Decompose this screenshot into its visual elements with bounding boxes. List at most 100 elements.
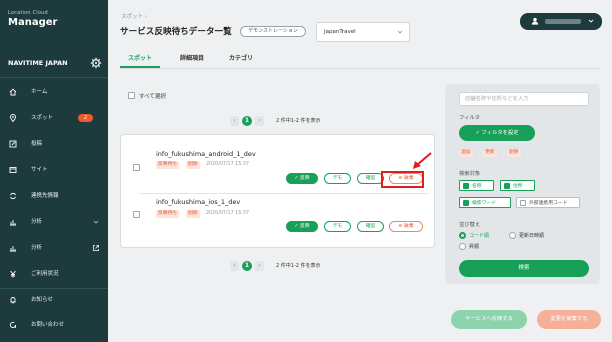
environment-value: JapanTravel	[324, 29, 356, 35]
radio-label: 昇順	[469, 244, 480, 250]
set-filter-button[interactable]: ✓ フィルタを設定	[459, 125, 535, 141]
target-external-code-checkbox[interactable]: 外部連携用コード	[516, 197, 580, 208]
checkbox-label: 名称	[472, 184, 482, 189]
yen-icon	[10, 270, 16, 278]
target-address-checkbox[interactable]: 住所	[500, 180, 535, 191]
sidebar-item-label: ホーム	[31, 89, 48, 95]
external-link-icon	[93, 245, 99, 251]
checkbox-box	[463, 200, 469, 206]
tab-detail-items[interactable]: 詳細項目	[180, 53, 204, 62]
gear-icon[interactable]	[90, 56, 102, 70]
tab-category[interactable]: カテゴリ	[229, 53, 253, 62]
sidebar-item-news[interactable]: お知らせ	[0, 291, 108, 309]
sidebar-item-label: 投稿	[31, 141, 43, 147]
updated-date: 2020/07/17 15:37	[206, 211, 249, 216]
confirm-button[interactable]: 確認	[357, 221, 384, 232]
sidebar-item-analytics-external[interactable]: 分析	[0, 239, 108, 257]
checkbox-box	[504, 183, 510, 189]
sidebar-divider	[0, 288, 108, 289]
page-1-button[interactable]: 1	[242, 261, 252, 271]
sidebar-item-label: お問い合わせ	[31, 322, 65, 328]
sidebar-item-home[interactable]: ホーム	[0, 83, 108, 101]
annotation-arrow-icon	[413, 152, 432, 169]
radio-label: コード順	[469, 233, 490, 239]
checkbox-label: 住所	[513, 184, 523, 189]
app-logo[interactable]: Location Cloud Manager	[8, 10, 57, 29]
sidebar-item-site[interactable]: サイト	[0, 161, 108, 179]
search-button[interactable]: 検索	[459, 260, 589, 277]
discard-button[interactable]: ⊘ 破棄	[389, 221, 423, 232]
discard-changes-button[interactable]: 変更を破棄する	[537, 310, 601, 329]
select-all-checkbox[interactable]	[128, 92, 135, 99]
target-keyword-checkbox[interactable]: 検索ワード	[459, 197, 511, 208]
checkbox-box	[463, 183, 469, 189]
checkbox-label: 検索ワード	[472, 201, 496, 206]
account-switcher[interactable]: NAVITIME JAPAN	[8, 56, 102, 70]
tab-spot[interactable]: スポット	[128, 53, 152, 62]
chevron-down-icon	[397, 30, 403, 34]
pagination-info: 2 件中1-2 件を表示	[276, 263, 321, 269]
user-menu-button[interactable]	[520, 13, 602, 30]
filter-chip-deleted[interactable]: 削除	[507, 149, 521, 157]
filter-chip-updated[interactable]: 更新	[483, 149, 497, 157]
reflect-button[interactable]: ✓ 反映	[286, 173, 318, 184]
user-icon	[531, 17, 539, 25]
sort-ascending-radio[interactable]: 昇順	[459, 243, 479, 251]
demo-button[interactable]: デモ	[324, 173, 351, 184]
page-title: サービス反映待ちデータ一覧	[120, 27, 232, 37]
environment-select[interactable]: JapanTravel	[316, 22, 410, 42]
prev-page-button[interactable]: ‹	[230, 116, 239, 126]
sidebar-item-spot[interactable]: スポット 2	[0, 109, 108, 127]
sidebar-item-analytics[interactable]: 分析	[0, 213, 108, 231]
radio-dot	[509, 232, 516, 239]
sidebar-item-label: 分析	[31, 219, 43, 225]
search-input[interactable]: 店舗名称や住所などを入力	[459, 92, 589, 106]
sidebar-item-integrations[interactable]: 連携先情報	[0, 187, 108, 205]
prev-page-button[interactable]: ‹	[230, 261, 239, 271]
sort-code-radio[interactable]: コード順	[459, 232, 489, 240]
sidebar-item-posts[interactable]: 投稿	[0, 135, 108, 153]
row-checkbox[interactable]	[133, 164, 140, 171]
sidebar-item-label: ご利用状況	[31, 271, 59, 277]
sync-icon	[10, 192, 16, 200]
filter-panel: 店舗名称や住所などを入力 フィルタ ✓ フィルタを設定 追加 更新 削除 検索対…	[445, 84, 600, 284]
chat-icon	[9, 321, 16, 328]
chart-icon	[10, 220, 16, 226]
spot-name[interactable]: info_fukushima_android_1_dev	[156, 150, 256, 158]
search-target-label: 検索対象	[459, 171, 481, 177]
sort-updated-radio[interactable]: 更新日時順	[509, 232, 544, 240]
breadcrumb[interactable]: スポット ›	[121, 12, 147, 20]
sidebar-item-label: スポット	[31, 115, 54, 121]
radio-dot	[459, 243, 466, 250]
confirm-button[interactable]: 確認	[357, 173, 384, 184]
sidebar-item-label: 連携先情報	[31, 193, 59, 199]
demo-button[interactable]: デモ	[324, 221, 351, 232]
spot-name[interactable]: info_fukushima_ios_1_dev	[156, 198, 240, 206]
checkbox-box	[520, 200, 526, 206]
target-name-checkbox[interactable]: 名称	[459, 180, 494, 191]
logo-title: Manager	[8, 17, 58, 28]
row-checkbox[interactable]	[133, 211, 140, 218]
filter-chip-added[interactable]: 追加	[459, 149, 473, 157]
sidebar-item-label: 分析	[31, 245, 43, 251]
home-icon	[9, 88, 17, 96]
radio-dot	[459, 232, 466, 239]
bell-icon	[10, 297, 16, 304]
checkbox-label: 外部連携用コード	[529, 201, 568, 206]
chart-icon	[10, 246, 16, 252]
sidebar-item-usage[interactable]: ご利用状況	[0, 265, 108, 283]
demo-badge: デモンストレーション	[240, 26, 306, 37]
sidebar: Location Cloud Manager NAVITIME JAPAN ホー…	[0, 0, 108, 342]
sidebar-item-contact[interactable]: お問い合わせ	[0, 316, 108, 334]
logo-subtitle: Location Cloud	[8, 10, 48, 16]
spot-list: info_fukushima_android_1_dev 反映待ち 削除 202…	[120, 134, 435, 248]
next-page-button[interactable]: ›	[255, 116, 264, 126]
tab-divider	[120, 68, 600, 69]
apply-to-service-button[interactable]: サービスへ反映する	[451, 310, 527, 329]
status-badge-deleted: 削除	[186, 210, 200, 218]
pending-count-badge: 2	[78, 114, 93, 122]
pagination-info: 2 件中1-2 件を表示	[276, 118, 321, 124]
page-1-button[interactable]: 1	[242, 116, 252, 126]
next-page-button[interactable]: ›	[255, 261, 264, 271]
reflect-button[interactable]: ✓ 反映	[286, 221, 318, 232]
